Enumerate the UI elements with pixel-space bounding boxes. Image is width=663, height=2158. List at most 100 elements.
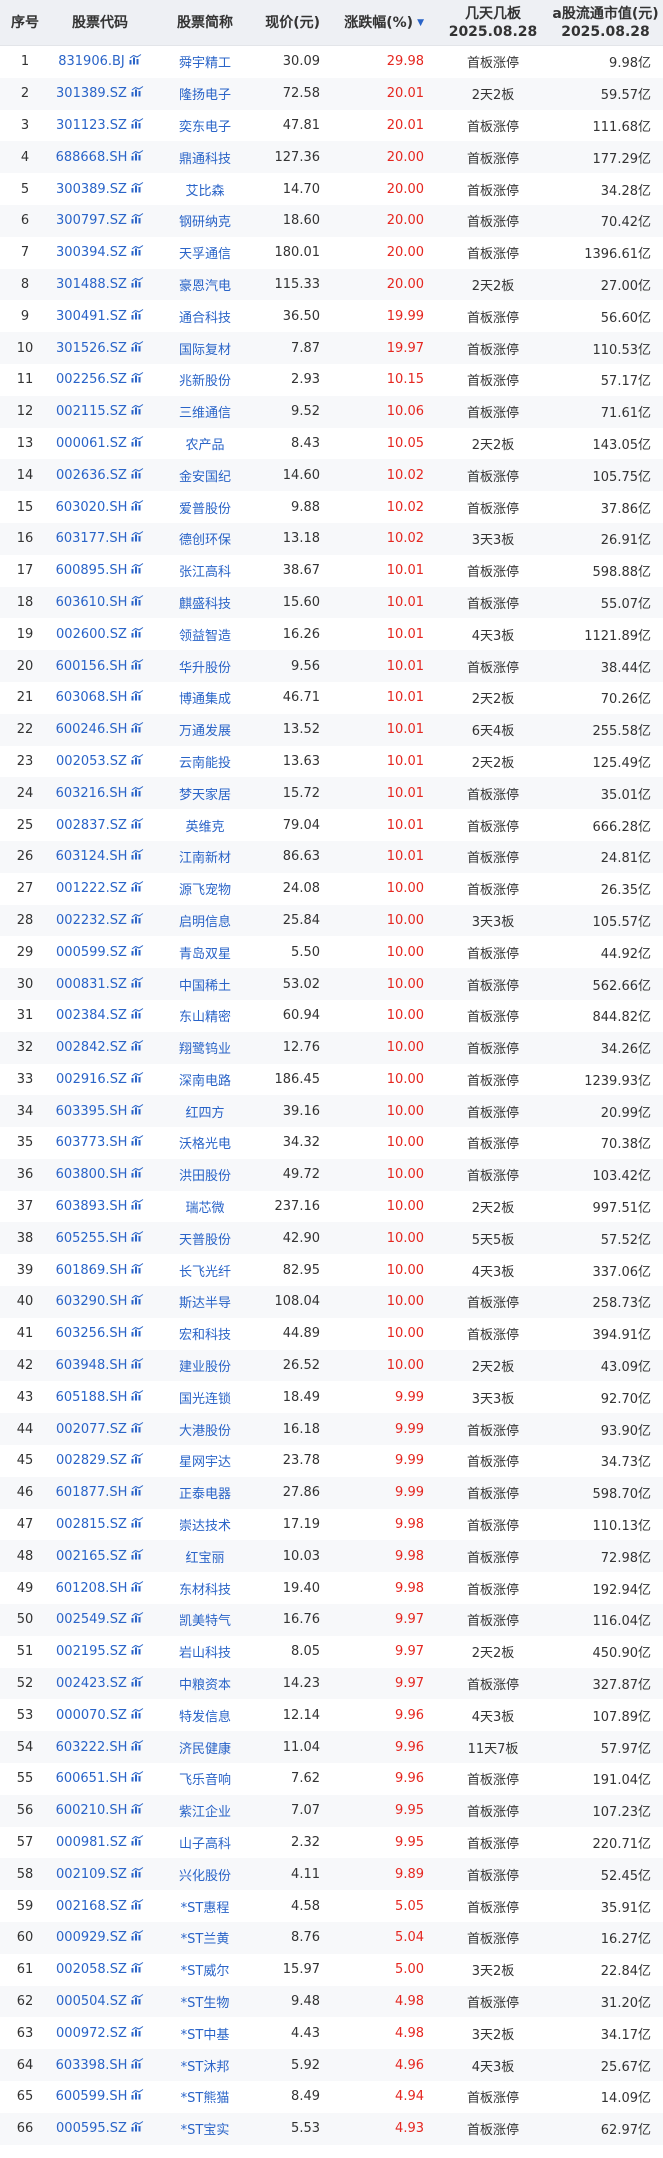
stock-name-link[interactable]: *ST兰黄 xyxy=(150,1928,260,1947)
table-row[interactable]: 48 002165.SZ 红宝丽 10.03 9.98 首板涨停 72.98亿 xyxy=(0,1540,663,1573)
stock-name-link[interactable]: 翔鹭钨业 xyxy=(150,1038,260,1057)
mini-chart-icon[interactable] xyxy=(131,817,144,833)
stock-code-link[interactable]: 002168.SZ xyxy=(56,1899,127,1914)
col-header-code[interactable]: 股票代码 xyxy=(50,0,150,45)
stock-name-link[interactable]: 博通集成 xyxy=(150,688,260,707)
mini-chart-icon[interactable] xyxy=(131,1358,144,1373)
stock-code-link[interactable]: 002916.SZ xyxy=(56,1072,127,1087)
stock-name-link[interactable]: 德创环保 xyxy=(150,529,260,548)
stock-code-cell[interactable]: 605255.SH xyxy=(50,1231,150,1246)
stock-name-link[interactable]: 国光连锁 xyxy=(150,1388,260,1407)
stock-code-cell[interactable]: 603948.SH xyxy=(50,1358,150,1373)
stock-code-link[interactable]: 688668.SH xyxy=(56,150,128,165)
table-row[interactable]: 40 603290.SH 斯达半导 108.04 10.00 首板涨停 258.73亿 xyxy=(0,1286,663,1318)
stock-code-cell[interactable]: 301123.SZ xyxy=(50,118,150,133)
stock-code-link[interactable]: 002384.SZ xyxy=(56,1008,127,1023)
stock-name-link[interactable]: 英维克 xyxy=(150,816,260,835)
stock-code-cell[interactable]: 300797.SZ xyxy=(50,213,150,228)
stock-code-cell[interactable]: 000070.SZ xyxy=(50,1708,150,1723)
table-row[interactable]: 10 301526.SZ 国际复材 7.87 19.97 首板涨停 110.53亿 xyxy=(0,332,663,364)
mini-chart-icon[interactable] xyxy=(131,1135,144,1150)
table-row[interactable]: 38 605255.SH 天普股份 42.90 10.00 5天5板 57.52亿 xyxy=(0,1222,663,1255)
mini-chart-icon[interactable] xyxy=(131,912,144,928)
table-row[interactable]: 37 603893.SH 瑞芯微 237.16 10.00 2天2板 997.51亿 xyxy=(0,1190,663,1223)
stock-code-link[interactable]: 000599.SZ xyxy=(56,945,127,960)
stock-name-link[interactable]: *ST威尔 xyxy=(150,1960,260,1979)
stock-code-link[interactable]: 301488.SZ xyxy=(56,277,127,292)
stock-name-link[interactable]: 国际复材 xyxy=(150,339,260,358)
stock-name-link[interactable]: 华升股份 xyxy=(150,657,260,676)
stock-name-link[interactable]: 瑞芯微 xyxy=(150,1197,260,1216)
table-row[interactable]: 15 603020.SH 爱普股份 9.88 10.02 首板涨停 37.86亿 xyxy=(0,491,663,523)
table-row[interactable]: 27 001222.SZ 源飞宠物 24.08 10.00 首板涨停 26.35亿 xyxy=(0,872,663,905)
mini-chart-icon[interactable] xyxy=(131,2057,144,2073)
mini-chart-icon[interactable] xyxy=(131,436,144,451)
stock-code-link[interactable]: 600156.SH xyxy=(56,659,128,674)
stock-code-cell[interactable]: 601869.SH xyxy=(50,1263,150,1278)
table-row[interactable]: 52 002423.SZ 中粮资本 14.23 9.97 首板涨停 327.87亿 xyxy=(0,1667,663,1700)
stock-name-link[interactable]: 麒盛科技 xyxy=(150,593,260,612)
mini-chart-icon[interactable] xyxy=(131,944,144,960)
stock-name-link[interactable]: 中粮资本 xyxy=(150,1674,260,1693)
stock-code-cell[interactable]: 002549.SZ xyxy=(50,1612,150,1627)
stock-code-cell[interactable]: 002256.SZ xyxy=(50,372,150,387)
table-row[interactable]: 62 000504.SZ *ST生物 9.48 4.98 首板涨停 31.20亿 xyxy=(0,1985,663,2018)
stock-name-link[interactable]: 江南新材 xyxy=(150,847,260,866)
mini-chart-icon[interactable] xyxy=(131,1898,144,1914)
stock-name-link[interactable]: 万通发展 xyxy=(150,720,260,739)
table-row[interactable]: 45 002829.SZ 星网宇达 23.78 9.99 首板涨停 34.73亿 xyxy=(0,1445,663,1477)
stock-code-cell[interactable]: 002077.SZ xyxy=(50,1422,150,1437)
stock-code-link[interactable]: 000061.SZ xyxy=(56,436,127,451)
mini-chart-icon[interactable] xyxy=(131,849,144,864)
table-row[interactable]: 31 002384.SZ 东山精密 60.94 10.00 首板涨停 844.82亿 xyxy=(0,999,663,1032)
table-row[interactable]: 23 002053.SZ 云南能投 13.63 10.01 2天2板 125.49亿 xyxy=(0,745,663,778)
stock-code-link[interactable]: 605255.SH xyxy=(56,1231,128,1246)
stock-name-link[interactable]: 岩山科技 xyxy=(150,1642,260,1661)
table-row[interactable]: 53 000070.SZ 特发信息 12.14 9.96 4天3板 107.89亿 xyxy=(0,1699,663,1732)
table-row[interactable]: 3 301123.SZ 奕东电子 47.81 20.01 首板涨停 111.68亿 xyxy=(0,109,663,142)
stock-code-link[interactable]: 603124.SH xyxy=(56,849,128,864)
stock-name-link[interactable]: 正泰电器 xyxy=(150,1483,260,1502)
table-row[interactable]: 65 600599.SH *ST熊猫 8.49 4.94 首板涨停 14.09亿 xyxy=(0,2081,663,2113)
stock-code-link[interactable]: 000070.SZ xyxy=(56,1708,127,1723)
stock-code-link[interactable]: 002232.SZ xyxy=(56,913,127,928)
stock-name-link[interactable]: 张江高科 xyxy=(150,561,260,580)
stock-code-cell[interactable]: 002842.SZ xyxy=(50,1040,150,1055)
mini-chart-icon[interactable] xyxy=(131,404,144,419)
table-row[interactable]: 29 000599.SZ 青岛双星 5.50 10.00 首板涨停 44.92亿 xyxy=(0,936,663,969)
mini-chart-icon[interactable] xyxy=(131,1994,144,2009)
stock-code-link[interactable]: 603216.SH xyxy=(56,786,128,801)
stock-code-link[interactable]: 603177.SH xyxy=(56,531,128,546)
stock-code-link[interactable]: 601869.SH xyxy=(56,1263,128,1278)
stock-code-cell[interactable]: 002165.SZ xyxy=(50,1549,150,1564)
col-header-name[interactable]: 股票简称 xyxy=(150,0,260,45)
mini-chart-icon[interactable] xyxy=(131,1294,144,1309)
stock-code-cell[interactable]: 002600.SZ xyxy=(50,627,150,642)
table-row[interactable]: 64 603398.SH *ST沐邦 5.92 4.96 4天3板 25.67亿 xyxy=(0,2049,663,2081)
stock-name-link[interactable]: 启明信息 xyxy=(150,911,260,930)
col-header-streak[interactable]: 几天几板 2025.08.28 xyxy=(438,0,548,45)
stock-name-link[interactable]: *ST生物 xyxy=(150,1992,260,2011)
stock-code-link[interactable]: 002600.SZ xyxy=(56,627,127,642)
stock-code-link[interactable]: 000929.SZ xyxy=(56,1930,127,1945)
table-row[interactable]: 14 002636.SZ 金安国纪 14.60 10.02 首板涨停 105.75亿 xyxy=(0,459,663,492)
stock-code-link[interactable]: 301526.SZ xyxy=(56,341,127,356)
stock-code-link[interactable]: 002636.SZ xyxy=(56,468,127,483)
table-row[interactable]: 8 301488.SZ 豪恩汽电 115.33 20.00 2天2板 27.00亿 xyxy=(0,268,663,301)
table-row[interactable]: 46 601877.SH 正泰电器 27.86 9.99 首板涨停 598.70亿 xyxy=(0,1476,663,1509)
stock-code-cell[interactable]: 603800.SH xyxy=(50,1167,150,1182)
stock-code-link[interactable]: 002109.SZ xyxy=(56,1867,127,1882)
stock-name-link[interactable]: 豪恩汽电 xyxy=(150,275,260,294)
stock-name-link[interactable]: 金安国纪 xyxy=(150,466,260,485)
stock-code-cell[interactable]: 688668.SH xyxy=(50,150,150,165)
stock-code-cell[interactable]: 603773.SH xyxy=(50,1135,150,1150)
table-row[interactable]: 22 600246.SH 万通发展 13.52 10.01 6天4板 255.58亿 xyxy=(0,713,663,746)
stock-code-cell[interactable]: 002815.SZ xyxy=(50,1517,150,1532)
mini-chart-icon[interactable] xyxy=(131,2121,144,2136)
mini-chart-icon[interactable] xyxy=(131,1580,144,1596)
stock-code-cell[interactable]: 603020.SH xyxy=(50,500,150,515)
table-row[interactable]: 56 600210.SH 紫江企业 7.07 9.95 首板涨停 107.23亿 xyxy=(0,1794,663,1827)
mini-chart-icon[interactable] xyxy=(131,181,144,197)
mini-chart-icon[interactable] xyxy=(131,881,144,896)
table-row[interactable]: 28 002232.SZ 启明信息 25.84 10.00 3天3板 105.57亿 xyxy=(0,904,663,937)
